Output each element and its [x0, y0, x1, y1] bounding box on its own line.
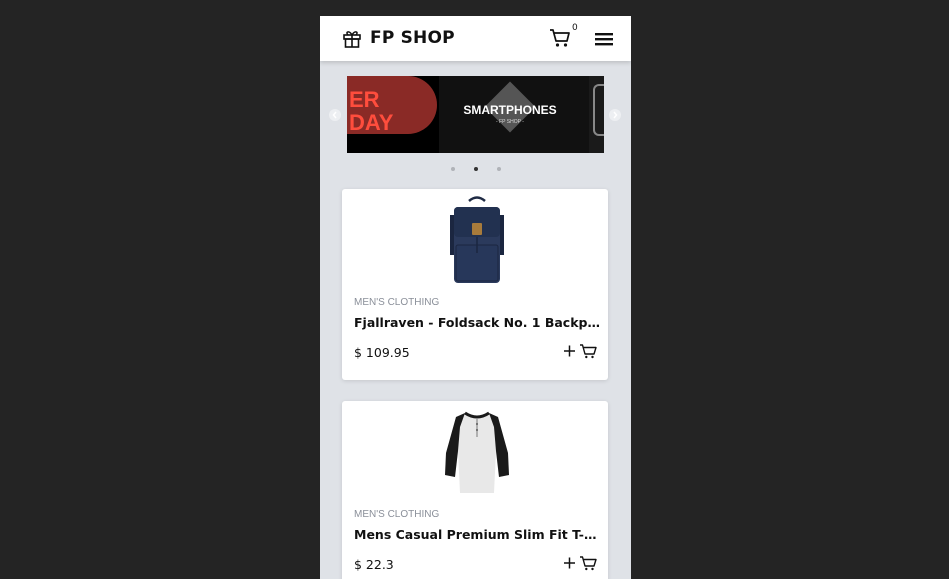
product-title[interactable]: Fjallraven - Foldsack No. 1 Backpack, Fi… [354, 315, 600, 330]
backpack-image[interactable] [442, 195, 512, 285]
carousel-dot-3[interactable] [497, 167, 501, 171]
product-price: $ 109.95 [354, 345, 410, 360]
cart-icon [580, 556, 597, 571]
gift-icon [343, 31, 361, 48]
plus-icon [564, 557, 575, 569]
add-to-cart-button[interactable] [562, 555, 598, 571]
product-category: MEN'S CLOTHING [354, 297, 440, 308]
tshirt-image[interactable] [442, 407, 512, 497]
carousel-slide-prev: ER DAY [347, 76, 439, 153]
carousel-next-button[interactable] [609, 109, 621, 121]
product-card[interactable]: MEN'S CLOTHING Fjallraven - Foldsack No.… [342, 189, 608, 380]
cart-icon [580, 344, 597, 359]
plus-icon [564, 345, 575, 357]
menu-icon[interactable] [595, 32, 613, 46]
cart-icon[interactable] [549, 28, 571, 48]
carousel-slide-next [589, 76, 604, 153]
app-viewport: FP SHOP 0 ERDAY SMARTPHONES - FP SHOP - [320, 16, 631, 579]
slide-promo-text: ER DAY [349, 87, 394, 135]
carousel-prev-button[interactable] [329, 109, 341, 121]
product-card[interactable]: MEN'S CLOTHING Mens Casual Premium Slim … [342, 401, 608, 579]
smartphone-image [593, 84, 604, 136]
carousel-slide-active[interactable]: SMARTPHONES - FP SHOP - [439, 76, 589, 153]
product-price: $ 22.3 [354, 557, 394, 572]
cart-count-badge: 0 [572, 23, 578, 33]
carousel-indicators [451, 167, 501, 173]
product-title[interactable]: Mens Casual Premium Slim Fit T-Shirts [354, 527, 600, 542]
banner-title: SMARTPHONES [463, 103, 557, 117]
banner-carousel[interactable]: ER DAY SMARTPHONES - FP SHOP - [347, 76, 604, 153]
product-category: MEN'S CLOTHING [354, 509, 440, 520]
carousel-dot-2[interactable] [474, 167, 478, 171]
top-bar: FP SHOP 0 [320, 16, 631, 61]
banner-subtitle: - FP SHOP - [496, 119, 524, 125]
chevron-left-icon [332, 111, 337, 119]
carousel-dot-1[interactable] [451, 167, 455, 171]
add-to-cart-button[interactable] [562, 343, 598, 359]
brand-title[interactable]: FP SHOP [370, 28, 455, 48]
chevron-right-icon [613, 111, 618, 119]
